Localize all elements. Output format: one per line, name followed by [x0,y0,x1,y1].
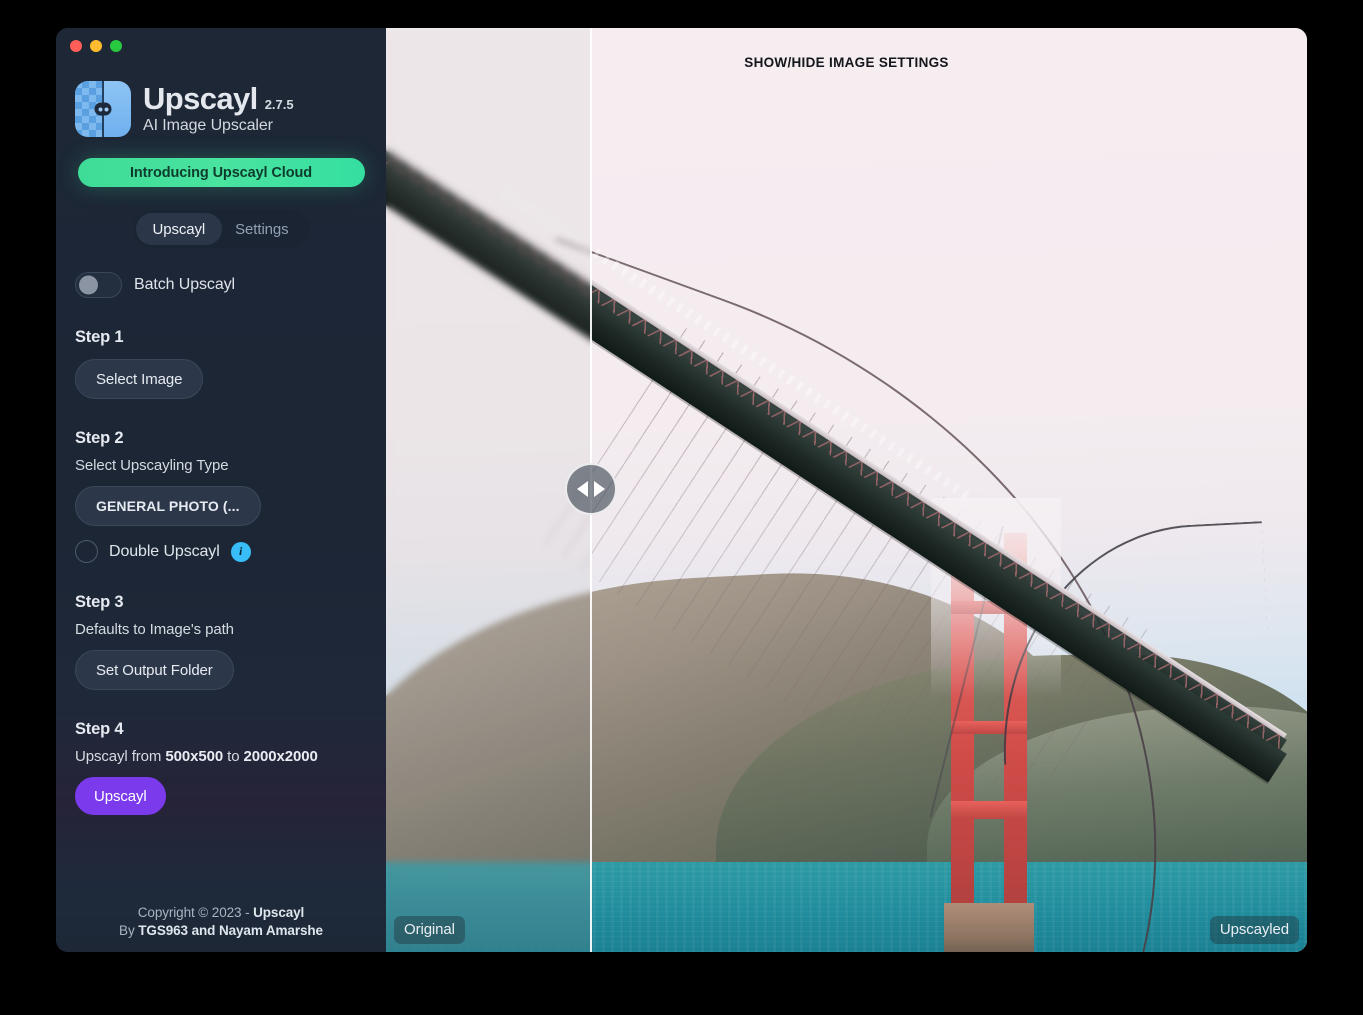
upscayl-button[interactable]: Upscayl [75,777,166,815]
batch-upscayl-label: Batch Upscayl [134,276,235,293]
double-upscayl-label: Double Upscayl [109,542,220,560]
authors-prefix: By [119,922,139,938]
show-hide-image-settings-button[interactable]: SHOW/HIDE IMAGE SETTINGS [386,55,1307,70]
step-2-title: Step 2 [75,429,124,447]
image-comparison-viewer[interactable]: SHOW/HIDE IMAGE SETTINGS Original Upscay… [386,28,1307,952]
sidebar-content: Batch Upscayl Step 1 Select Image Step 2… [56,272,386,904]
app-window: Upscayl 2.7.5 AI Image Upscaler Introduc… [56,28,1307,952]
minimize-button[interactable] [90,40,102,52]
arrow-right-icon [594,481,605,497]
step-2-subtitle: Select Upscayling Type [75,457,229,474]
app-title: Upscayl [143,80,258,116]
select-image-button[interactable]: Select Image [75,359,204,399]
upscayled-badge: Upscayled [1209,916,1299,944]
step-4-prefix: Upscayl from [75,748,166,765]
step-3-subtitle: Defaults to Image's path [75,621,234,638]
batch-upscayl-toggle[interactable] [75,272,122,298]
upscaling-type-select[interactable]: GENERAL PHOTO (... [75,486,261,526]
step-1-title: Step 1 [75,328,124,346]
sidebar: Upscayl 2.7.5 AI Image Upscaler Introduc… [56,28,386,952]
batch-upscayl-row: Batch Upscayl [75,272,386,298]
brand-header: Upscayl 2.7.5 AI Image Upscaler [56,81,386,137]
authors-line: By TGS963 and Nayam Amarshe [56,922,386,940]
sidebar-footer: Copyright © 2023 - Upscayl By TGS963 and… [56,904,386,952]
upscayl-logo-icon [75,81,131,137]
copyright-line: Copyright © 2023 - Upscayl [56,904,386,922]
close-button[interactable] [70,40,82,52]
info-icon[interactable]: i [230,541,251,562]
double-upscayl-checkbox[interactable] [75,540,98,563]
app-subtitle: AI Image Upscaler [143,117,273,135]
arrow-left-icon [577,481,588,497]
app-version: 2.7.5 [264,96,294,112]
toggle-knob [79,275,98,295]
step-3-title: Step 3 [75,593,124,611]
step-4-title: Step 4 [75,720,124,738]
step-4-subtitle: Upscayl from 500x500 to 2000x2000 [75,748,386,765]
copyright-brand: Upscayl [253,904,305,920]
window-traffic-lights [70,40,122,52]
step-4-middle: to [223,748,244,765]
source-resolution: 500x500 [165,748,224,765]
tab-settings[interactable]: Settings [222,213,301,245]
maximize-button[interactable] [110,40,122,52]
tab-bar: Upscayl Settings [132,210,310,248]
comparison-slider-handle[interactable] [565,463,617,515]
target-resolution: 2000x2000 [243,748,318,765]
authors-names: TGS963 and Nayam Amarshe [138,922,323,938]
set-output-folder-button[interactable]: Set Output Folder [75,650,234,690]
tab-upscayl[interactable]: Upscayl [135,213,223,245]
double-upscayl-row: Double Upscayl i [75,540,386,563]
copyright-prefix: Copyright © 2023 - [137,904,254,920]
introducing-upscayl-cloud-button[interactable]: Introducing Upscayl Cloud [77,158,365,187]
original-badge: Original [394,916,465,944]
